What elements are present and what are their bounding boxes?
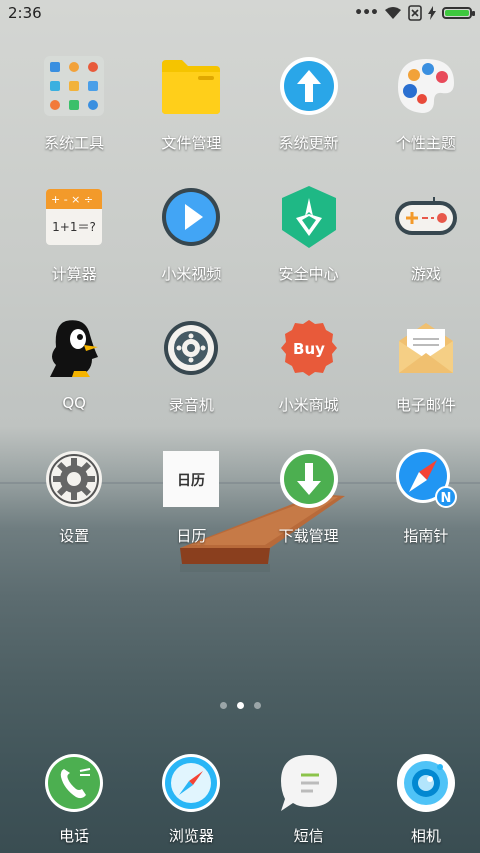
- app-row: QQ 录音机 Buy 小米商城 电子邮件: [0, 310, 480, 441]
- app-system-tools[interactable]: 系统工具: [20, 48, 128, 179]
- status-icons: •••: [354, 5, 475, 21]
- app-label: 安全中心: [278, 265, 339, 283]
- app-label: 相机: [410, 827, 441, 845]
- app-label: QQ: [62, 394, 86, 412]
- charging-icon: [428, 6, 436, 20]
- app-label: 小米视频: [161, 265, 222, 283]
- app-camera[interactable]: 相机: [372, 745, 480, 846]
- app-recorder[interactable]: 录音机: [137, 310, 245, 441]
- camera-lens-icon: [394, 751, 458, 815]
- buy-text: Buy: [293, 340, 325, 358]
- page-indicator: [0, 702, 480, 709]
- app-email[interactable]: 电子邮件: [372, 310, 480, 441]
- app-label: 个性主题: [395, 134, 456, 152]
- buy-badge-icon: Buy: [277, 316, 341, 380]
- recorder-icon: [159, 316, 223, 380]
- app-label: 游戏: [410, 265, 441, 283]
- app-label: 系统工具: [44, 134, 105, 152]
- app-label: 设置: [59, 527, 90, 545]
- gamepad-icon: [394, 185, 458, 249]
- calendar-icon: 日历: [159, 447, 223, 511]
- app-games[interactable]: 游戏: [372, 179, 480, 310]
- envelope-icon: [394, 316, 458, 380]
- status-time: 2:36: [8, 4, 42, 22]
- app-label: 计算器: [51, 265, 97, 283]
- message-bubble-icon: [277, 751, 341, 815]
- calendar-text: 日历: [177, 473, 205, 489]
- app-system-update[interactable]: 系统更新: [255, 48, 363, 179]
- app-messages[interactable]: 短信: [255, 745, 363, 846]
- compass-n-badge: N: [440, 491, 451, 506]
- update-arrow-icon: [277, 54, 341, 118]
- page-dot-2[interactable]: [236, 702, 244, 709]
- app-browser[interactable]: 浏览器: [137, 745, 245, 846]
- page-dot-3[interactable]: [253, 702, 261, 709]
- app-mi-video[interactable]: 小米视频: [137, 179, 245, 310]
- penguin-icon: [42, 316, 106, 380]
- more-dots-icon: •••: [354, 5, 379, 21]
- palette-icon: [394, 54, 458, 118]
- tools-folder-icon: [42, 54, 106, 118]
- calculator-icon: + - × ÷ 1+1＝?: [42, 185, 106, 249]
- shield-icon: [277, 185, 341, 249]
- app-label: 系统更新: [278, 134, 339, 152]
- app-compass[interactable]: N 指南针: [372, 441, 480, 572]
- app-label: 电子邮件: [395, 396, 456, 414]
- app-row: 系统工具 文件管理 系统更新 个性主题: [0, 48, 480, 179]
- status-bar: 2:36 •••: [0, 0, 480, 28]
- app-label: 电话: [59, 827, 90, 845]
- app-label: 文件管理: [161, 134, 222, 152]
- battery-level: [445, 10, 469, 16]
- compass-icon: N: [394, 447, 458, 511]
- calculator-text: 1+1＝?: [52, 220, 96, 234]
- app-label: 日历: [176, 527, 207, 545]
- svg-text:+ - × ÷: + - × ÷: [51, 193, 93, 206]
- app-settings[interactable]: 设置: [20, 441, 128, 572]
- app-label: 浏览器: [168, 827, 214, 845]
- app-downloads[interactable]: 下载管理: [255, 441, 363, 572]
- app-grid: 系统工具 文件管理 系统更新 个性主题 + - × ÷ 1+1＝? 计算器 小米…: [0, 48, 480, 572]
- app-label: 小米商城: [278, 396, 339, 414]
- play-icon: [159, 185, 223, 249]
- app-mi-store[interactable]: Buy 小米商城: [255, 310, 363, 441]
- app-calculator[interactable]: + - × ÷ 1+1＝? 计算器: [20, 179, 128, 310]
- app-row: 设置 日历 日历 下载管理 N 指南针: [0, 441, 480, 572]
- app-calendar[interactable]: 日历 日历: [137, 441, 245, 572]
- dock: 电话 浏览器 短信 相机: [0, 745, 480, 846]
- download-arrow-icon: [277, 447, 341, 511]
- gear-icon: [42, 447, 106, 511]
- battery-icon: [442, 7, 475, 19]
- phone-icon: [42, 751, 106, 815]
- app-label: 下载管理: [278, 527, 339, 545]
- app-row: + - × ÷ 1+1＝? 计算器 小米视频 安全中心 游戏: [0, 179, 480, 310]
- app-qq[interactable]: QQ: [20, 310, 128, 441]
- app-file-manager[interactable]: 文件管理: [137, 48, 245, 179]
- folder-icon: [159, 54, 223, 118]
- app-security[interactable]: 安全中心: [255, 179, 363, 310]
- app-label: 录音机: [168, 396, 214, 414]
- browser-compass-icon: [159, 751, 223, 815]
- page-dot-1[interactable]: [219, 702, 227, 709]
- no-sim-icon: [408, 5, 422, 21]
- app-themes[interactable]: 个性主题: [372, 48, 480, 179]
- wifi-icon: [385, 7, 401, 19]
- app-label: 指南针: [403, 527, 449, 545]
- app-phone[interactable]: 电话: [20, 745, 128, 846]
- app-label: 短信: [293, 827, 324, 845]
